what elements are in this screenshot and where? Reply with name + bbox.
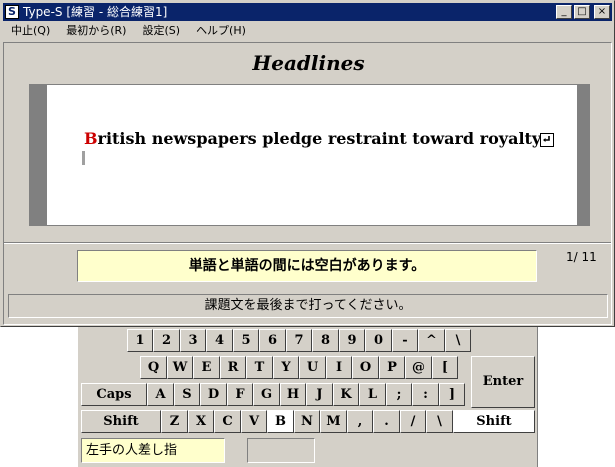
key-l: L xyxy=(359,383,386,406)
app-icon[interactable]: S xyxy=(5,5,19,19)
key-k: K xyxy=(333,383,359,406)
key-v: V xyxy=(241,410,267,433)
key-g: G xyxy=(253,383,280,406)
return-icon xyxy=(540,133,554,147)
key-2: 2 xyxy=(153,329,180,352)
title-bar[interactable]: S Type-S [練習 - 総合練習1] _ □ × xyxy=(3,3,612,21)
key-i: I xyxy=(326,356,352,379)
key-w: W xyxy=(167,356,193,379)
exercise-sentence: British newspapers pledge restraint towa… xyxy=(84,129,541,148)
key-1: 1 xyxy=(127,329,153,352)
key-z: Z xyxy=(161,410,188,433)
exercise-panel: British newspapers pledge restraint towa… xyxy=(47,85,577,225)
key-open-bracket: [ xyxy=(432,356,458,379)
key-s: S xyxy=(174,383,200,406)
key-x: X xyxy=(188,410,214,433)
client-area: Headlines British newspapers pledge rest… xyxy=(3,42,612,325)
finger-hint: 左手の人差し指 xyxy=(81,438,225,463)
key-o: O xyxy=(352,356,379,379)
key-c: C xyxy=(214,410,241,433)
key-slash: / xyxy=(400,410,426,433)
key-h: H xyxy=(280,383,306,406)
key-6: 6 xyxy=(259,329,286,352)
divider xyxy=(4,242,611,244)
key-e: E xyxy=(193,356,220,379)
menu-item-help[interactable]: ヘルプ(H) xyxy=(188,22,254,40)
key-t: T xyxy=(246,356,273,379)
typing-cursor xyxy=(82,151,85,165)
maximize-button[interactable]: □ xyxy=(574,5,590,19)
key-r: R xyxy=(220,356,246,379)
keyboard-panel: 1 2 3 4 5 6 7 8 9 0 - ^ \ Q W E R T Y U … xyxy=(78,327,538,467)
key-shift-left: Shift xyxy=(81,410,161,433)
key-3: 3 xyxy=(180,329,206,352)
page-title: Headlines xyxy=(252,51,365,75)
key-b: B xyxy=(267,410,294,433)
key-m: M xyxy=(320,410,347,433)
key-p: P xyxy=(379,356,405,379)
key-colon: : xyxy=(412,383,439,406)
hint-message: 単語と単語の間には空白があります。 xyxy=(77,250,537,282)
key-y: Y xyxy=(273,356,299,379)
close-button[interactable]: × xyxy=(594,5,610,19)
current-letter: B xyxy=(84,129,98,148)
key-7: 7 xyxy=(286,329,312,352)
key-period: . xyxy=(373,410,400,433)
menu-bar: 中止(Q) 最初から(R) 設定(S) ヘルプ(H) xyxy=(3,22,612,40)
key-minus: - xyxy=(392,329,418,352)
key-n: N xyxy=(294,410,320,433)
key-u: U xyxy=(299,356,326,379)
minimize-button[interactable]: _ xyxy=(556,5,572,19)
blank-indicator xyxy=(247,438,315,463)
key-enter: Enter xyxy=(471,356,535,408)
key-close-bracket: ] xyxy=(439,383,465,406)
key-caret: ^ xyxy=(418,329,445,352)
key-comma: , xyxy=(347,410,373,433)
key-d: D xyxy=(200,383,227,406)
key-0: 0 xyxy=(365,329,392,352)
key-9: 9 xyxy=(339,329,365,352)
status-bar: 課題文を最後まで打ってください。 xyxy=(8,294,608,318)
key-backslash: \ xyxy=(426,410,453,433)
key-5: 5 xyxy=(233,329,259,352)
remaining-text: ritish newspapers pledge restraint towar… xyxy=(97,129,542,148)
key-8: 8 xyxy=(312,329,339,352)
key-j: J xyxy=(306,383,333,406)
menu-item-settings[interactable]: 設定(S) xyxy=(134,22,188,40)
key-at: @ xyxy=(405,356,432,379)
key-a: A xyxy=(147,383,174,406)
key-f: F xyxy=(227,383,253,406)
key-q: Q xyxy=(140,356,167,379)
key-4: 4 xyxy=(206,329,233,352)
key-shift-right: Shift xyxy=(453,410,535,433)
key-yen: \ xyxy=(445,329,471,352)
window-title: Type-S [練習 - 総合練習1] xyxy=(23,5,168,19)
key-caps: Caps xyxy=(81,383,147,406)
key-semicolon: ; xyxy=(386,383,412,406)
menu-item-stop[interactable]: 中止(Q) xyxy=(3,22,58,40)
menu-item-restart[interactable]: 最初から(R) xyxy=(58,22,134,40)
main-window: S Type-S [練習 - 総合練習1] _ □ × 中止(Q) 最初から(R… xyxy=(0,0,615,327)
progress-counter: 1/ 11 xyxy=(566,250,597,264)
